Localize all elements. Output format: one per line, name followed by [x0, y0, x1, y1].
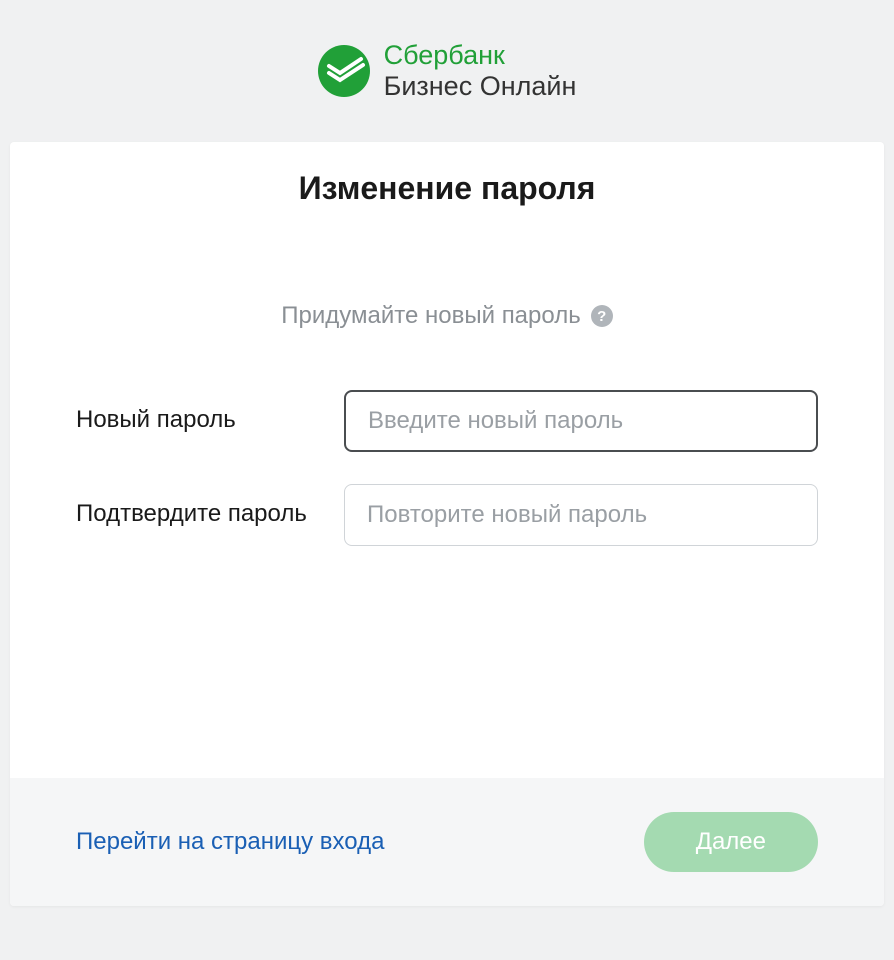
new-password-row: Новый пароль — [76, 390, 818, 452]
brand-name-line2: Бизнес Онлайн — [384, 71, 577, 102]
sberbank-logo-icon — [318, 45, 370, 97]
brand-name-line1: Сбербанк — [384, 40, 577, 71]
new-password-label: Новый пароль — [76, 390, 344, 435]
subtitle-row: Придумайте новый пароль ? — [76, 302, 818, 330]
back-to-login-link[interactable]: Перейти на страницу входа — [76, 828, 384, 856]
help-icon[interactable]: ? — [591, 305, 613, 327]
confirm-password-label: Подтвердите пароль — [76, 484, 344, 529]
confirm-password-input-wrap — [344, 484, 818, 546]
card-footer: Перейти на страницу входа Далее — [10, 778, 884, 906]
confirm-password-input[interactable] — [344, 484, 818, 546]
card: Изменение пароля Придумайте новый пароль… — [10, 142, 884, 906]
header: Сбербанк Бизнес Онлайн — [0, 0, 894, 142]
next-button[interactable]: Далее — [644, 812, 818, 872]
card-body: Изменение пароля Придумайте новый пароль… — [10, 142, 884, 778]
logo: Сбербанк Бизнес Онлайн — [318, 40, 577, 102]
new-password-input-wrap — [344, 390, 818, 452]
logo-text: Сбербанк Бизнес Онлайн — [384, 40, 577, 102]
page-title: Изменение пароля — [76, 170, 818, 207]
confirm-password-row: Подтвердите пароль — [76, 484, 818, 546]
new-password-input[interactable] — [344, 390, 818, 452]
subtitle-text: Придумайте новый пароль — [281, 302, 580, 330]
